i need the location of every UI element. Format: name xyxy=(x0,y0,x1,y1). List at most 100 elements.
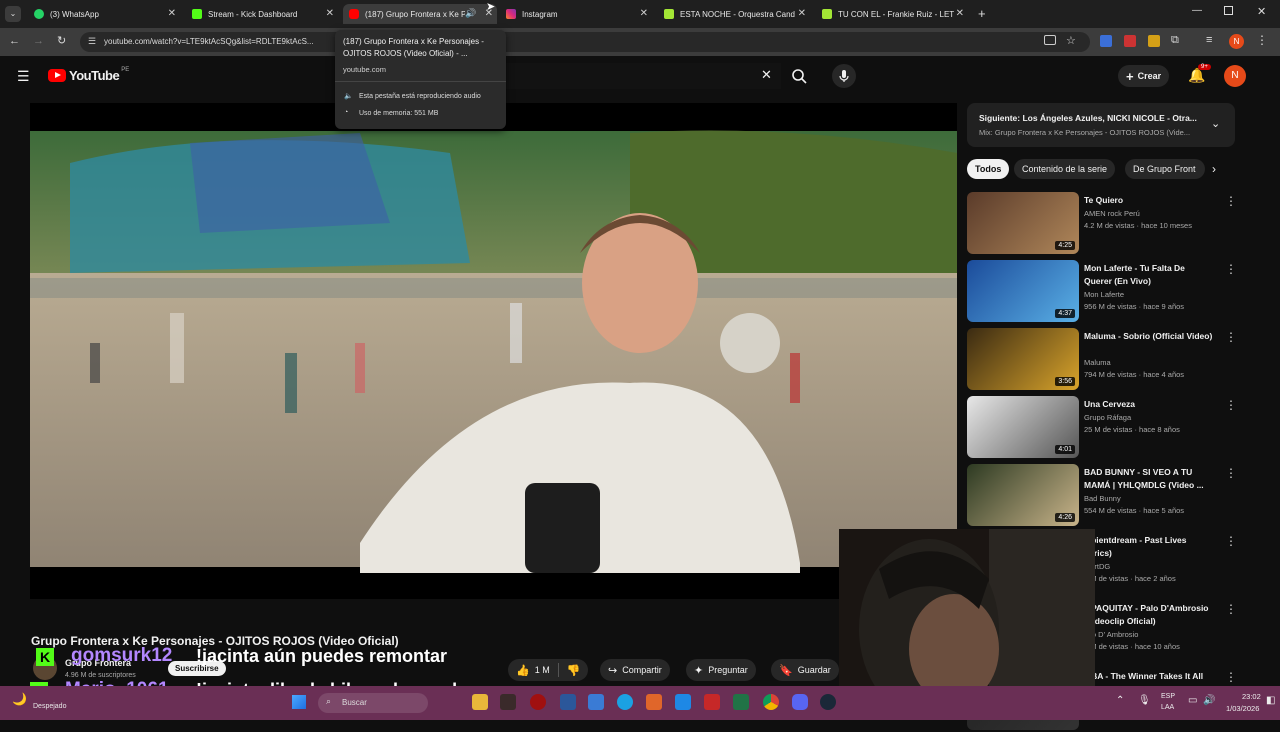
recommendation-channel[interactable]: Maluma xyxy=(1084,358,1111,367)
close-tab-icon[interactable]: ✕ xyxy=(640,8,648,19)
new-tab-plus-icon[interactable]: + xyxy=(978,6,986,21)
recommendation-channel[interactable]: AMEN rock Perú xyxy=(1084,209,1140,218)
tab-tu-con-el[interactable]: TU CON EL - Frankie Ruiz - LET ✕ xyxy=(816,4,968,24)
chip-all[interactable]: Todos xyxy=(967,159,1010,179)
recommendation-title[interactable]: Maluma - Sobrio (Official Video) xyxy=(1084,330,1214,343)
app-icon[interactable] xyxy=(530,694,546,710)
playlist-panel[interactable]: Siguiente: Los Ángeles Azules, NICKI NIC… xyxy=(967,103,1235,147)
recommendation-channel[interactable]: Bad Bunny xyxy=(1084,494,1121,503)
cast-icon[interactable] xyxy=(1044,35,1056,45)
restore-icon[interactable] xyxy=(1224,6,1233,15)
search-button[interactable] xyxy=(785,63,813,89)
close-tab-icon[interactable]: ✕ xyxy=(798,8,806,19)
app-icon[interactable] xyxy=(588,694,604,710)
network-icon[interactable]: ▭ xyxy=(1188,695,1197,706)
recommendation-title[interactable]: Mon Laferte - Tu Falta De Querer (En Viv… xyxy=(1084,262,1214,288)
video-thumbnail[interactable]: 4:37 xyxy=(967,260,1079,322)
more-options-icon[interactable]: ⋮ xyxy=(1225,534,1237,548)
search-input[interactable] xyxy=(505,63,781,89)
like-button[interactable]: 👍 1 M 👎 xyxy=(508,659,589,681)
close-tab-icon[interactable]: ✕ xyxy=(326,8,334,19)
tab-whatsapp[interactable]: (3) WhatsApp ✕ xyxy=(28,4,180,24)
video-thumbnail[interactable]: 4:01 xyxy=(967,396,1079,458)
more-options-icon[interactable]: ⋮ xyxy=(1225,262,1237,276)
word-icon[interactable] xyxy=(560,694,576,710)
recommendation-title[interactable]: Te Quiero xyxy=(1084,194,1214,207)
extension-icon[interactable] xyxy=(1124,35,1136,47)
volume-icon[interactable]: 🔊 xyxy=(1203,695,1215,706)
tray-chevron-icon[interactable]: ⌃ xyxy=(1116,695,1124,706)
more-options-icon[interactable]: ⋮ xyxy=(1225,330,1237,344)
excel-icon[interactable] xyxy=(733,694,749,710)
more-options-icon[interactable]: ⋮ xyxy=(1225,194,1237,208)
app-icon[interactable] xyxy=(500,694,516,710)
tab-search-icon[interactable]: ⌄ xyxy=(5,6,21,22)
extension-icon[interactable] xyxy=(1148,35,1160,47)
forward-arrow-icon[interactable]: → xyxy=(33,35,44,47)
chrome-icon[interactable] xyxy=(763,694,779,710)
keyboard-layout-label[interactable]: LAA xyxy=(1161,704,1174,711)
file-explorer-icon[interactable] xyxy=(472,694,488,710)
tab-kick[interactable]: Stream - Kick Dashboard ✕ xyxy=(186,4,338,24)
bookmark-star-icon[interactable]: ☆ xyxy=(1066,34,1076,47)
recommendation-item[interactable]: 4:25 Te Quiero AMEN rock Perú 4.2 M de vist… xyxy=(967,192,1247,256)
close-tab-icon[interactable]: ✕ xyxy=(168,8,176,19)
recommendation-item[interactable]: 4:26 BAD BUNNY - SI VEO A TU MAMÁ | YHLQM… xyxy=(967,464,1247,528)
more-options-icon[interactable]: ⋮ xyxy=(1225,398,1237,412)
recommendation-item[interactable]: 4:01 Una Cerveza Grupo Ráfaga 25 M de vista… xyxy=(967,396,1247,460)
tab-instagram[interactable]: Instagram ✕ xyxy=(500,4,652,24)
weather-label[interactable]: Despejado xyxy=(33,703,66,710)
discord-icon[interactable] xyxy=(792,694,808,710)
recommendation-title[interactable]: Una Cerveza xyxy=(1084,398,1214,411)
taskbar-search[interactable]: ⌕ Buscar xyxy=(318,693,428,713)
speaker-icon[interactable]: 🔊 xyxy=(465,8,476,19)
chevron-down-icon[interactable]: ⌄ xyxy=(1211,117,1220,130)
tab-youtube-active[interactable]: (187) Grupo Frontera x Ke P 🔊 ✕ xyxy=(343,4,497,24)
profile-avatar[interactable]: N xyxy=(1229,34,1244,49)
video-player[interactable] xyxy=(30,103,957,599)
video-thumbnail[interactable]: 4:25 xyxy=(967,192,1079,254)
account-avatar[interactable]: N xyxy=(1224,65,1246,87)
share-button[interactable]: ↪ Compartir xyxy=(600,659,670,681)
recommendation-channel[interactable]: Mon Laferte xyxy=(1084,290,1124,299)
clock-time[interactable]: 23:02 xyxy=(1242,692,1261,701)
video-thumbnail[interactable]: 3:56 xyxy=(967,328,1079,390)
recommendation-title[interactable]: ...PAQUITAY - Palo D'Ambrosio (Videoclip… xyxy=(1084,602,1214,628)
create-button[interactable]: + Crear xyxy=(1118,65,1170,87)
thumbs-down-icon[interactable]: 👎 xyxy=(567,664,581,677)
back-arrow-icon[interactable]: ← xyxy=(9,35,20,47)
video-thumbnail[interactable]: 4:26 xyxy=(967,464,1079,526)
ask-button[interactable]: ✦ Preguntar xyxy=(686,659,756,681)
language-label[interactable]: ESP xyxy=(1161,693,1175,700)
extension-icon[interactable] xyxy=(1100,35,1112,47)
recommendation-title[interactable]: ...BA - The Winner Takes It All xyxy=(1084,670,1214,683)
site-info-icon[interactable]: ☰ xyxy=(88,36,96,47)
more-options-icon[interactable]: ⋮ xyxy=(1225,466,1237,480)
close-window-icon[interactable]: ✕ xyxy=(1257,5,1266,18)
close-tab-icon[interactable]: ✕ xyxy=(956,8,964,19)
steam-icon[interactable] xyxy=(820,694,836,710)
app-icon[interactable] xyxy=(646,694,662,710)
more-options-icon[interactable]: ⋮ xyxy=(1225,670,1237,684)
chip-from-channel[interactable]: De Grupo Front xyxy=(1125,159,1205,179)
extensions-puzzle-icon[interactable]: ⧉ xyxy=(1171,34,1179,47)
browser-menu-icon[interactable]: ⋮ xyxy=(1256,33,1268,47)
more-options-icon[interactable]: ⋮ xyxy=(1225,602,1237,616)
clock-date[interactable]: 1/03/2026 xyxy=(1226,704,1259,713)
notification-center-icon[interactable]: ◧ xyxy=(1266,695,1275,706)
recommendation-title[interactable]: BAD BUNNY - SI VEO A TU MAMÁ | YHLQMDLG … xyxy=(1084,466,1214,492)
clear-search-icon[interactable]: ✕ xyxy=(761,67,772,83)
recommendation-item[interactable]: 4:37 Mon Laferte - Tu Falta De Querer (En… xyxy=(967,260,1247,324)
address-bar[interactable]: ☰ youtube.com/watch?v=LTE9ktAcSQg&list=R… xyxy=(80,32,1090,52)
media-control-icon[interactable]: ≡ xyxy=(1206,34,1212,46)
recommendation-title[interactable]: ...pientdream - Past Lives (lyrics) xyxy=(1084,534,1214,560)
tab-esta-noche[interactable]: ESTA NOCHE - Orquestra Cand ✕ xyxy=(658,4,810,24)
chip-series[interactable]: Contenido de la serie xyxy=(1014,159,1116,179)
tray-mic-icon[interactable]: 🎙 xyxy=(1138,695,1151,706)
recommendation-channel[interactable]: Grupo Ráfaga xyxy=(1084,413,1131,422)
app-icon[interactable] xyxy=(704,694,720,710)
voice-search-button[interactable] xyxy=(832,64,856,88)
chevron-right-icon[interactable]: › xyxy=(1212,162,1216,176)
minimize-icon[interactable]: — xyxy=(1192,5,1202,16)
recommendation-item[interactable]: 3:56 Maluma - Sobrio (Official Video) Malu… xyxy=(967,328,1247,392)
